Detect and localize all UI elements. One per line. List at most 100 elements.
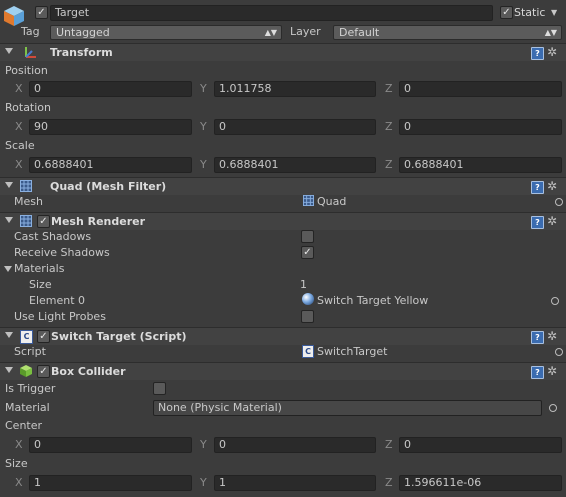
switch-target-header[interactable]: C ✓ Switch Target (Script) ? ✲: [0, 327, 566, 345]
scale-label: Scale: [5, 139, 35, 152]
foldout-arrow-icon[interactable]: [5, 48, 13, 54]
position-x-field[interactable]: 0: [29, 81, 192, 97]
component-title: Switch Target (Script): [51, 330, 187, 343]
foldout-arrow-icon[interactable]: [5, 217, 13, 223]
help-icon[interactable]: ?: [531, 47, 544, 60]
object-picker-icon[interactable]: [555, 198, 563, 206]
element0-label: Element 0: [29, 294, 86, 307]
z-label: Z: [385, 438, 393, 451]
materials-label: Materials: [14, 262, 65, 275]
mesh-label: Mesh: [14, 195, 43, 208]
element0-value[interactable]: Switch Target Yellow: [317, 294, 428, 308]
object-picker-icon[interactable]: [555, 348, 563, 356]
receive-shadows-checkbox[interactable]: ✓: [301, 246, 314, 259]
script-icon: C: [20, 330, 33, 344]
position-y-field[interactable]: 1.011758: [214, 81, 376, 97]
material-sphere-icon: [302, 293, 314, 305]
gear-icon[interactable]: ✲: [547, 45, 557, 59]
object-name-field[interactable]: Target: [50, 5, 493, 21]
tag-value: Untagged: [56, 26, 110, 39]
x-label: X: [15, 158, 23, 171]
center-label: Center: [5, 419, 43, 432]
z-label: Z: [385, 120, 393, 133]
help-icon[interactable]: ?: [531, 216, 544, 229]
component-title: Box Collider: [51, 365, 126, 378]
scale-y-field[interactable]: 0.6888401: [214, 157, 376, 173]
gear-icon[interactable]: ✲: [547, 179, 557, 193]
tag-dropdown[interactable]: Untagged ▲▼: [50, 25, 282, 40]
material-field[interactable]: None (Physic Material): [153, 400, 542, 416]
center-y-field[interactable]: 0: [214, 437, 376, 453]
foldout-arrow-icon[interactable]: [5, 182, 13, 188]
inspector-panel: ✓ Target ✓ Static ▼ Tag Untagged ▲▼ Layer…: [0, 0, 566, 497]
rotation-label: Rotation: [5, 101, 52, 114]
size-value[interactable]: 1: [300, 278, 307, 292]
script-icon: C: [302, 345, 314, 358]
x-label: X: [15, 476, 23, 489]
light-probes-label: Use Light Probes: [14, 310, 106, 323]
z-label: Z: [385, 476, 393, 489]
y-label: Y: [200, 476, 207, 489]
chevron-down-icon: ▲▼: [544, 28, 557, 37]
chevron-down-icon[interactable]: ▼: [551, 6, 557, 20]
material-label: Material: [5, 401, 50, 414]
enabled-checkbox[interactable]: ✓: [37, 215, 50, 228]
rotation-y-field[interactable]: 0: [214, 119, 376, 135]
is-trigger-checkbox[interactable]: [153, 382, 166, 395]
x-label: X: [15, 120, 23, 133]
y-label: Y: [200, 438, 207, 451]
foldout-arrow-icon[interactable]: [4, 266, 12, 272]
enabled-checkbox[interactable]: ✓: [37, 365, 50, 378]
box-collider-header[interactable]: ✓ Box Collider ? ✲: [0, 362, 566, 380]
x-label: X: [15, 82, 23, 95]
center-z-field[interactable]: 0: [399, 437, 562, 453]
cast-shadows-checkbox[interactable]: [301, 230, 314, 243]
scale-x-field[interactable]: 0.6888401: [29, 157, 192, 173]
tag-label: Tag: [21, 25, 40, 38]
static-checkbox[interactable]: ✓: [500, 6, 513, 19]
rotation-z-field[interactable]: 0: [399, 119, 562, 135]
foldout-arrow-icon[interactable]: [5, 332, 13, 338]
help-icon[interactable]: ?: [531, 181, 544, 194]
component-title: Mesh Renderer: [51, 215, 146, 228]
foldout-arrow-icon[interactable]: [5, 367, 13, 373]
help-icon[interactable]: ?: [531, 366, 544, 379]
enabled-checkbox[interactable]: ✓: [37, 330, 50, 343]
grid-icon: [20, 180, 32, 192]
size-x-field[interactable]: 1: [29, 475, 192, 491]
active-checkbox[interactable]: ✓: [35, 6, 48, 19]
object-picker-icon[interactable]: [551, 297, 559, 305]
cast-shadows-label: Cast Shadows: [14, 230, 92, 243]
size-z-field[interactable]: 1.596611e-06: [399, 475, 562, 491]
position-z-field[interactable]: 0: [399, 81, 562, 97]
grid-icon: [20, 215, 32, 227]
component-title: Quad (Mesh Filter): [50, 180, 167, 193]
center-x-field[interactable]: 0: [29, 437, 192, 453]
gear-icon[interactable]: ✲: [547, 329, 557, 343]
size-label: Size: [29, 278, 52, 291]
help-icon[interactable]: ?: [531, 331, 544, 344]
mesh-renderer-header[interactable]: ✓ Mesh Renderer ? ✲: [0, 212, 566, 230]
cube-icon: [3, 5, 25, 27]
x-label: X: [15, 438, 23, 451]
object-picker-icon[interactable]: [549, 404, 557, 412]
rotation-x-field[interactable]: 90: [29, 119, 192, 135]
component-title: Transform: [50, 46, 113, 59]
is-trigger-label: Is Trigger: [5, 382, 56, 395]
mesh-filter-header[interactable]: Quad (Mesh Filter) ? ✲: [0, 177, 566, 195]
chevron-down-icon: ▲▼: [264, 28, 277, 37]
collider-size-label: Size: [5, 457, 28, 470]
gear-icon[interactable]: ✲: [547, 364, 557, 378]
box-collider-icon: [19, 364, 33, 378]
scale-z-field[interactable]: 0.6888401: [399, 157, 562, 173]
mesh-value[interactable]: Quad: [317, 195, 346, 209]
receive-shadows-label: Receive Shadows: [14, 246, 110, 259]
light-probes-checkbox[interactable]: [301, 310, 314, 323]
gear-icon[interactable]: ✲: [547, 214, 557, 228]
layer-dropdown[interactable]: Default ▲▼: [333, 25, 562, 40]
layer-label: Layer: [290, 25, 321, 38]
size-y-field[interactable]: 1: [214, 475, 376, 491]
transform-icon: [22, 45, 38, 61]
script-value[interactable]: SwitchTarget: [317, 345, 387, 359]
transform-header[interactable]: Transform ? ✲: [0, 43, 566, 61]
